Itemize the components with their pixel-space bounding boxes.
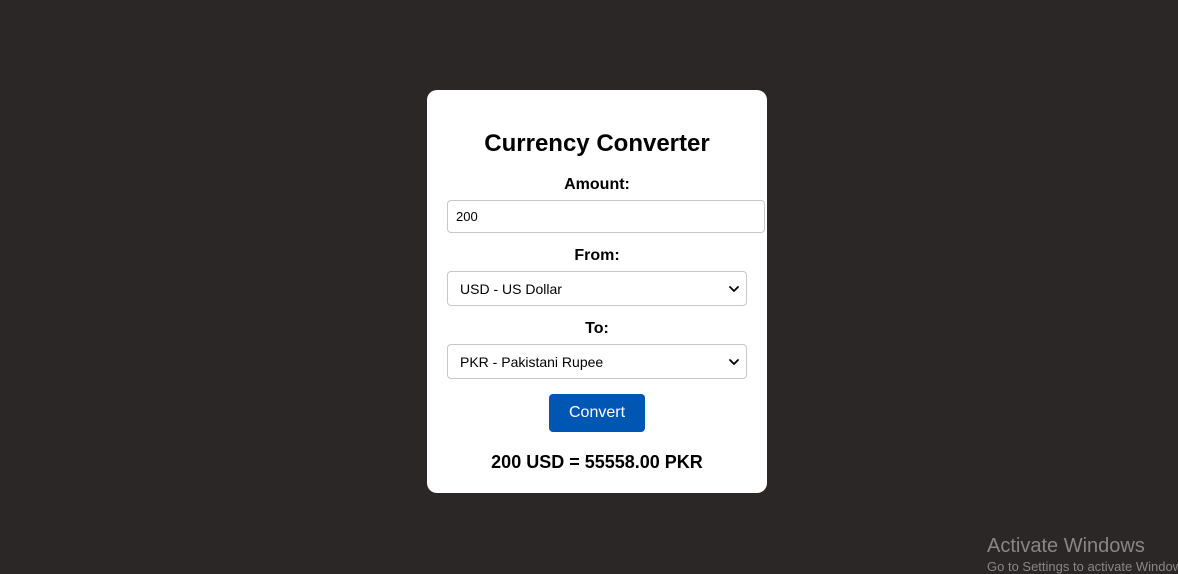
to-currency-select[interactable]: PKR - Pakistani Rupee: [447, 344, 747, 379]
chevron-down-icon: [729, 359, 739, 365]
amount-label: Amount:: [564, 176, 630, 193]
to-label: To:: [585, 320, 609, 337]
amount-input[interactable]: [447, 200, 765, 233]
activate-windows-title: Activate Windows: [987, 535, 1145, 557]
from-label: From:: [574, 247, 620, 264]
from-currency-value: USD - US Dollar: [460, 281, 562, 297]
chevron-down-icon: [729, 286, 739, 292]
page-title: Currency Converter: [484, 130, 710, 157]
convert-button[interactable]: Convert: [549, 394, 645, 432]
converter-card: Currency Converter Amount: From: USD - U…: [427, 90, 767, 493]
conversion-result: 200 USD = 55558.00 PKR: [491, 452, 703, 472]
to-currency-value: PKR - Pakistani Rupee: [460, 354, 604, 370]
activate-windows-subtitle: Go to Settings to activate Windows.: [987, 559, 1178, 574]
from-currency-select[interactable]: USD - US Dollar: [447, 271, 747, 306]
